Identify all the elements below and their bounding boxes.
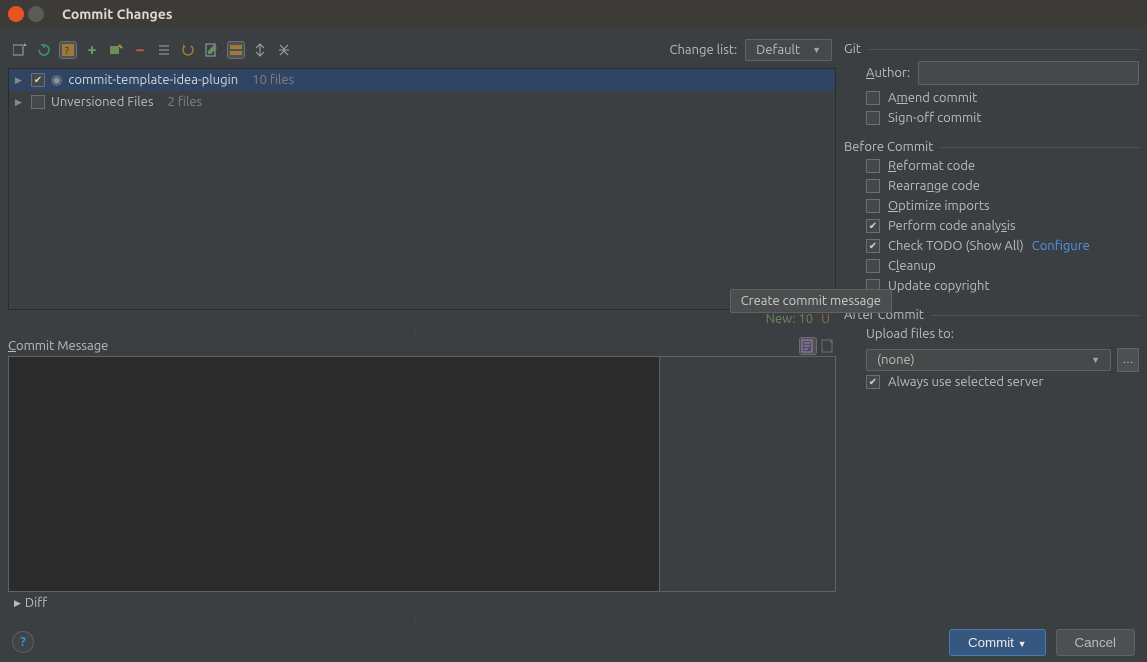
upload-value: (none): [877, 353, 915, 367]
collapse-icon[interactable]: [276, 42, 292, 58]
stat-unversioned: U: [821, 312, 830, 326]
author-label: Author:: [866, 66, 910, 80]
create-commit-message-icon[interactable]: [800, 338, 816, 354]
expand-arrow-icon: ▶: [14, 598, 21, 609]
expand-icon[interactable]: [252, 42, 268, 58]
tree-item-label: commit-template-idea-plugin: [68, 73, 238, 87]
refresh-icon[interactable]: [36, 42, 52, 58]
window-title: Commit Changes: [62, 6, 172, 22]
diff-section[interactable]: ▶ Diff: [8, 592, 836, 614]
diff-label: Diff: [25, 596, 47, 610]
analysis-checkbox[interactable]: [866, 219, 880, 233]
cleanup-checkbox[interactable]: [866, 259, 880, 273]
close-window-icon[interactable]: [8, 6, 24, 22]
reformat-label: Reformat code: [888, 159, 975, 173]
optimize-checkbox[interactable]: [866, 199, 880, 213]
stats-row: New: 10 U: [8, 310, 836, 328]
upload-combo[interactable]: (none) ▼: [866, 349, 1111, 371]
new-changelist-icon[interactable]: +: [84, 42, 100, 58]
file-count: 10 files: [252, 73, 294, 87]
rollback-icon[interactable]: [180, 42, 196, 58]
todo-checkbox[interactable]: [866, 239, 880, 253]
toolbar: ? + − Change list: Default ▼: [8, 36, 836, 64]
tree-row[interactable]: ▶ Unversioned Files 2 files: [9, 91, 835, 113]
commit-message-input[interactable]: [9, 357, 659, 591]
chevron-down-icon: ▼: [1091, 355, 1100, 365]
todo-label: Check TODO (Show All): [888, 239, 1024, 253]
checkbox[interactable]: [31, 73, 45, 87]
tooltip: Create commit message: [730, 289, 892, 313]
author-input[interactable]: [918, 61, 1139, 85]
checkbox[interactable]: [31, 95, 45, 109]
signoff-label: Sign-off commit: [888, 111, 981, 125]
titlebar: Commit Changes: [0, 0, 1147, 28]
configure-link[interactable]: Configure: [1032, 239, 1090, 253]
list-icon[interactable]: [156, 42, 172, 58]
history-icon[interactable]: [820, 338, 836, 354]
copyright-label: Update copyright: [888, 279, 990, 293]
rearrange-label: Rearrange code: [888, 179, 980, 193]
minimize-window-icon[interactable]: [28, 6, 44, 22]
amend-label: Amend commit: [888, 91, 977, 105]
changelist-icon[interactable]: [108, 42, 124, 58]
edit-icon[interactable]: [204, 42, 220, 58]
git-section-title: Git: [844, 40, 861, 58]
splitter[interactable]: ::::: [8, 614, 836, 622]
stat-new: New: 10: [766, 312, 813, 326]
bottom-bar: ? Commit ▼ Cancel: [0, 622, 1147, 662]
change-list-combo[interactable]: Default ▼: [745, 39, 832, 61]
help-button[interactable]: ?: [12, 631, 34, 653]
changes-tree: ▶ ◉ commit-template-idea-plugin 10 files…: [8, 68, 836, 310]
cleanup-label: Cleanup: [888, 259, 936, 273]
signoff-checkbox[interactable]: [866, 111, 880, 125]
reformat-checkbox[interactable]: [866, 159, 880, 173]
expand-arrow-icon[interactable]: ▶: [15, 97, 25, 108]
always-server-label: Always use selected server: [888, 375, 1043, 389]
chevron-down-icon: ▼: [1018, 639, 1027, 649]
file-count: 2 files: [168, 95, 203, 109]
module-icon: ◉: [51, 73, 62, 88]
change-list-value: Default: [756, 43, 800, 57]
expand-arrow-icon[interactable]: ▶: [15, 75, 25, 86]
delete-icon[interactable]: −: [132, 42, 148, 58]
tree-item-label: Unversioned Files: [51, 95, 154, 109]
always-server-checkbox[interactable]: [866, 375, 880, 389]
optimize-label: Optimize imports: [888, 199, 990, 213]
analysis-label: Perform code analysis: [888, 219, 1016, 233]
amend-checkbox[interactable]: [866, 91, 880, 105]
chevron-down-icon: ▼: [812, 45, 821, 55]
tree-row[interactable]: ▶ ◉ commit-template-idea-plugin 10 files: [9, 69, 835, 91]
commit-message-label: Commit Message: [8, 339, 108, 353]
group-icon[interactable]: [228, 42, 244, 58]
cancel-button[interactable]: Cancel: [1056, 629, 1136, 656]
commit-message-area: [8, 356, 836, 592]
window-controls: [8, 6, 44, 22]
commit-preview: [659, 357, 835, 591]
show-diff-icon[interactable]: [12, 42, 28, 58]
before-commit-title: Before Commit: [844, 138, 933, 156]
revert-group-icon[interactable]: ?: [60, 42, 76, 58]
rearrange-checkbox[interactable]: [866, 179, 880, 193]
splitter[interactable]: ::::: [8, 328, 836, 336]
commit-button[interactable]: Commit ▼: [949, 629, 1046, 656]
svg-text:?: ?: [65, 45, 69, 56]
browse-button[interactable]: …: [1117, 348, 1139, 372]
upload-label: Upload files to:: [866, 327, 954, 341]
change-list-label: Change list:: [670, 43, 738, 57]
